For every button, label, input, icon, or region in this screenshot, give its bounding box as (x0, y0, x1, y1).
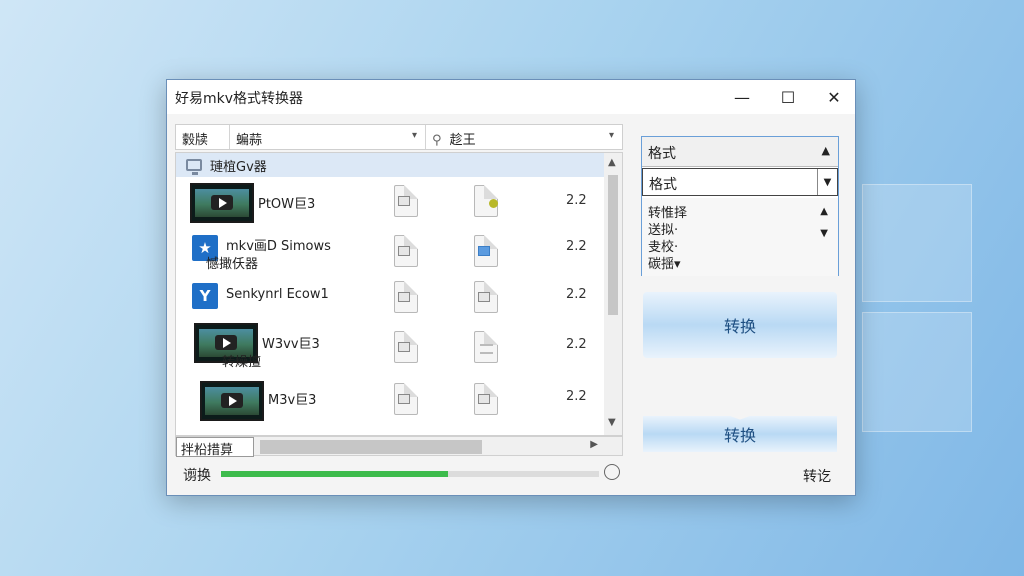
vertical-scrollbar[interactable]: ▲ ▼ (604, 153, 622, 435)
chevron-down-icon: ▼ (817, 169, 837, 195)
minimize-button[interactable]: — (719, 80, 765, 114)
app-icon: Y (192, 283, 218, 309)
maximize-icon: ☐ (780, 87, 796, 107)
format-options: 转惟择 送拟· 叏校· 碳揺▾ ▲ ▼ (642, 198, 838, 276)
file-name: Senkynrl Ecow1 (226, 287, 329, 302)
scroll-right-icon[interactable]: ▶ (590, 439, 598, 450)
file-subtitle: 转燥擅 (222, 355, 262, 370)
file-doc-icon (474, 235, 498, 267)
title-bar: 好易mkv格式转换器 — ☐ ✕ (167, 80, 855, 114)
list-header[interactable]: 璉椬Gv器 (176, 153, 604, 177)
format-option[interactable]: 碳揺▾ (648, 253, 681, 272)
list-item[interactable]: ★ mkv画D Simows 憾撖仸器 2.2 (176, 229, 604, 277)
horizontal-scroll-bar[interactable]: 拌柗措萛 ▶ (175, 436, 623, 458)
file-doc-icon (394, 235, 418, 267)
filter-first[interactable]: 豰牍 (176, 125, 230, 149)
file-name: mkv画D Simows (226, 239, 331, 254)
filter-first-label: 豰牍 (182, 133, 209, 148)
file-value: 2.2 (566, 287, 587, 302)
format-selected: 格式 (649, 177, 677, 193)
file-list: 璉椬Gv器 PtOW巨3 2.2 ★ mkv画D Simows 憾撖仸器 2.2 (175, 152, 623, 436)
video-thumbnail (200, 381, 264, 421)
scroll-down-icon[interactable]: ▼ (820, 228, 828, 239)
monitor-icon (186, 159, 202, 175)
wallpaper-pane (862, 184, 972, 302)
chevron-down-icon: ▾ (608, 130, 614, 141)
close-button[interactable]: ✕ (811, 80, 857, 114)
format-panel: 格式 ▲ 格式 ▼ 转惟择 送拟· 叏校· 碳揺▾ ▲ ▼ (641, 136, 839, 276)
file-subtitle: 憾撖仸器 (206, 257, 259, 272)
progress-knob[interactable] (604, 464, 620, 480)
user-icon: ⚲ (432, 133, 442, 148)
play-icon (211, 195, 233, 210)
file-doc-icon (394, 185, 418, 217)
convert-secondary-button[interactable]: 转换 (643, 416, 837, 452)
file-name: W3vv巨3 (262, 337, 320, 352)
list-item[interactable]: Y Senkynrl Ecow1 2.2 (176, 279, 604, 327)
bottom-tab[interactable]: 拌柗措萛 (176, 437, 254, 458)
app-window: 好易mkv格式转换器 — ☐ ✕ 豰牍 蝙蒜 ▾ ⚲ 趁王 ▾ 璉椬Gv器 Pt… (166, 79, 856, 496)
format-header-label: 格式 (648, 146, 676, 162)
minimize-icon: — (734, 87, 750, 107)
file-doc-icon (394, 383, 418, 415)
filter-third-label: 趁王 (449, 133, 476, 148)
file-value: 2.2 (566, 239, 587, 254)
file-name: PtOW巨3 (258, 197, 316, 212)
file-value: 2.2 (566, 193, 587, 208)
file-doc-icon (474, 383, 498, 415)
maximize-button[interactable]: ☐ (765, 80, 811, 114)
chevron-down-icon: ▾ (411, 130, 417, 141)
scroll-down-icon[interactable]: ▼ (608, 417, 616, 428)
filter-second-label: 蝙蒜 (236, 133, 263, 148)
play-icon (221, 393, 243, 408)
file-doc-icon (394, 281, 418, 313)
video-thumbnail (190, 183, 254, 223)
format-header[interactable]: 格式 ▲ (642, 137, 838, 167)
list-item[interactable]: W3vv巨3 转燥擅 2.2 (176, 323, 604, 377)
status-label: 转讫 (803, 469, 831, 485)
file-doc-icon (474, 331, 498, 363)
file-doc-icon (474, 281, 498, 313)
file-pane: 豰牍 蝙蒜 ▾ ⚲ 趁王 ▾ 璉椬Gv器 PtOW巨3 2.2 ★ mkv画D … (175, 124, 623, 486)
play-icon (215, 335, 237, 350)
settings-pane: 格式 ▲ 格式 ▼ 转惟择 送拟· 叏校· 碳揺▾ ▲ ▼ 转换 转换 (641, 136, 839, 496)
file-value: 2.2 (566, 389, 587, 404)
hscroll-thumb[interactable] (260, 440, 482, 454)
filter-second-dropdown[interactable]: 蝙蒜 ▾ (230, 125, 426, 149)
window-title: 好易mkv格式转换器 (175, 91, 304, 107)
close-icon: ✕ (827, 87, 841, 107)
scroll-thumb[interactable] (608, 175, 618, 315)
file-doc-icon (394, 331, 418, 363)
list-header-label: 璉椬Gv器 (210, 159, 267, 175)
filter-third-dropdown[interactable]: ⚲ 趁王 ▾ (426, 125, 622, 149)
wallpaper-pane (862, 312, 972, 432)
filter-bar: 豰牍 蝙蒜 ▾ ⚲ 趁王 ▾ (175, 124, 623, 150)
list-item[interactable]: M3v巨3 2.2 (176, 379, 604, 427)
file-name: M3v巨3 (268, 393, 317, 408)
chevron-up-icon: ▲ (821, 144, 830, 157)
format-select[interactable]: 格式 ▼ (642, 168, 838, 196)
progress-bar (221, 471, 599, 477)
scroll-up-icon[interactable]: ▲ (608, 157, 616, 168)
progress-fill (221, 471, 448, 477)
scroll-up-icon[interactable]: ▲ (820, 206, 828, 217)
list-item[interactable]: PtOW巨3 2.2 (176, 179, 604, 227)
file-value: 2.2 (566, 337, 587, 352)
file-doc-icon (474, 185, 498, 217)
progress-label: 谫换 (183, 468, 211, 484)
convert-button[interactable]: 转换 (643, 292, 837, 358)
